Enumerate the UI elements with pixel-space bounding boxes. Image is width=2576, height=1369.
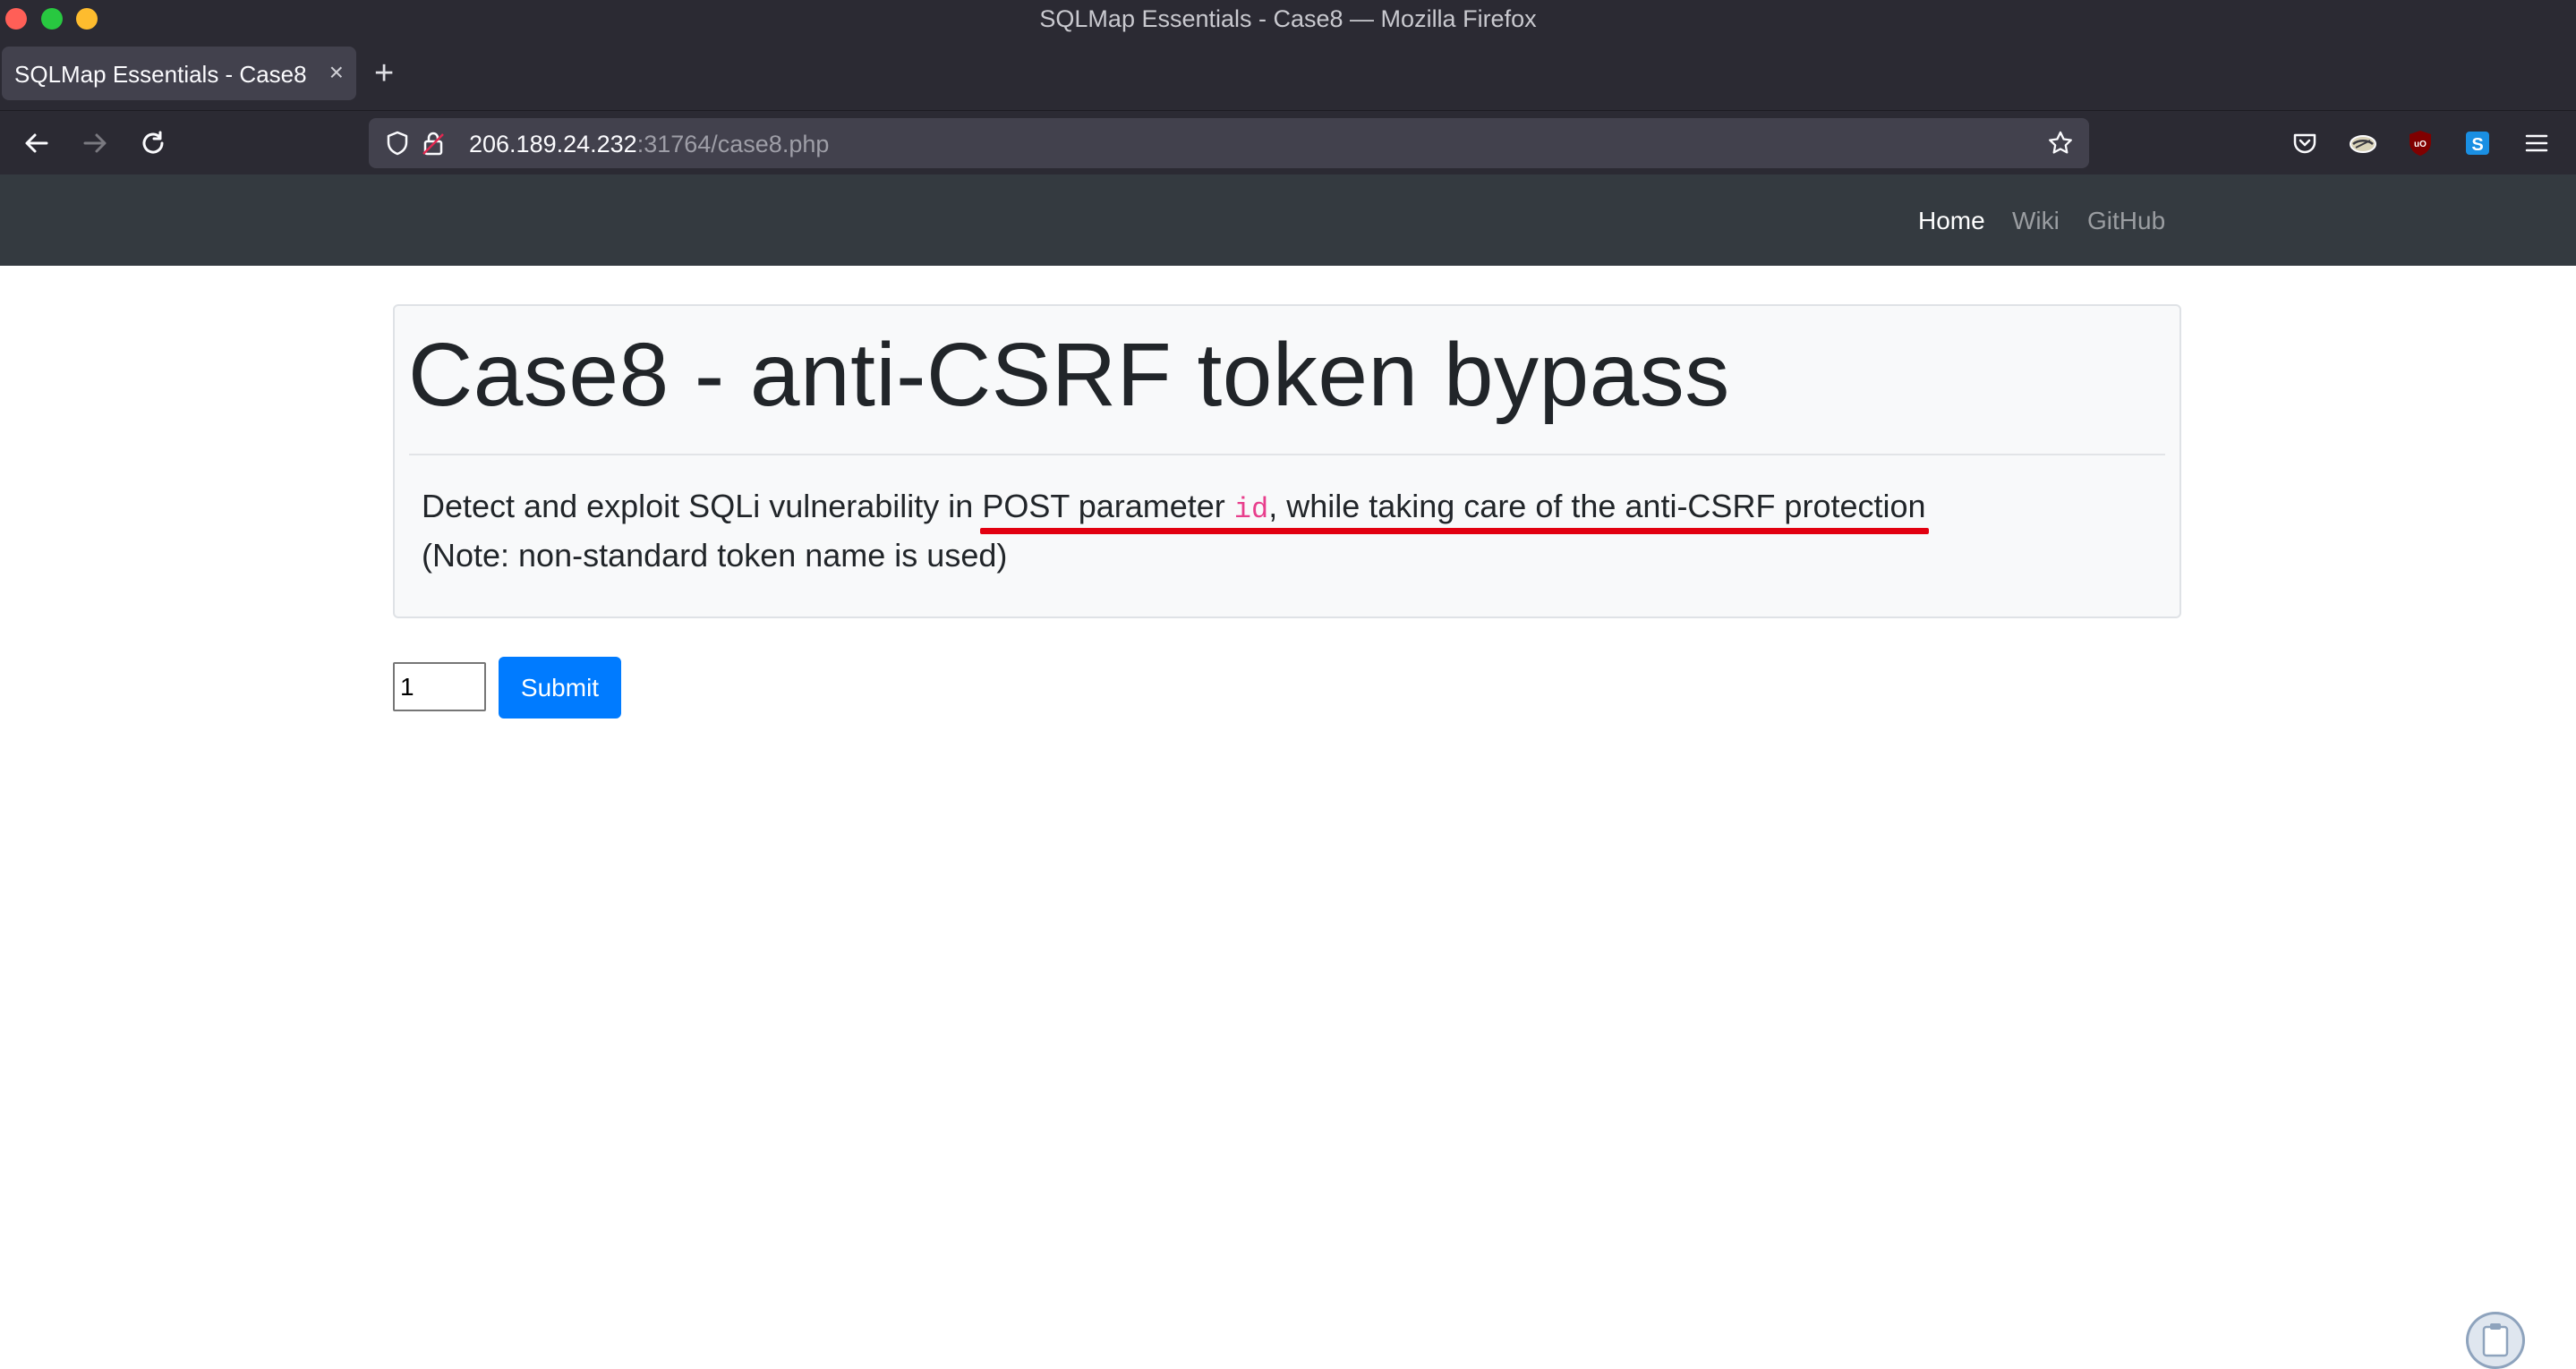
clipboard-icon[interactable] xyxy=(2466,1312,2525,1369)
reload-icon[interactable] xyxy=(135,125,171,161)
browser-toolbar: 206.189.24.232:31764/case8.php uO S xyxy=(0,110,2576,174)
bookmark-star-icon[interactable] xyxy=(2043,125,2078,161)
id-input[interactable] xyxy=(393,662,486,711)
url-host: 206.189.24.232 xyxy=(469,131,637,157)
description-prefix: Detect and exploit SQLi vulnerability in xyxy=(422,488,983,524)
svg-text:uO: uO xyxy=(2414,140,2427,149)
url-path: :31764/case8.php xyxy=(636,131,830,157)
highlighted-text: POST parameter id, while taking care of … xyxy=(980,488,1929,534)
param-code: id xyxy=(1233,493,1269,526)
forward-icon[interactable] xyxy=(77,125,113,161)
shield-icon[interactable] xyxy=(380,125,415,161)
browser-tab[interactable]: SQLMap Essentials - Case8 × xyxy=(2,47,356,100)
url-bar[interactable]: 206.189.24.232:31764/case8.php xyxy=(369,118,2089,168)
tab-close-icon[interactable]: × xyxy=(329,59,344,86)
highlight-part-b: , while taking care of the anti-CSRF pro… xyxy=(1268,488,1926,524)
tab-title: SQLMap Essentials - Case8 xyxy=(14,61,307,88)
jumbotron: Case8 - anti-CSRF token bypass Detect an… xyxy=(393,304,2181,618)
nav-link-wiki[interactable]: Wiki xyxy=(2012,207,2060,235)
window-title: SQLMap Essentials - Case8 — Mozilla Fire… xyxy=(1039,5,1537,32)
description-text: Detect and exploit SQLi vulnerability in… xyxy=(422,488,1929,534)
new-tab-button[interactable]: + xyxy=(374,55,394,91)
page-title: Case8 - anti-CSRF token bypass xyxy=(408,325,1730,425)
s-extension-icon[interactable]: S xyxy=(2460,125,2495,161)
extension-icon[interactable] xyxy=(2345,125,2381,161)
nav-link-home[interactable]: Home xyxy=(1918,207,1985,235)
note-text: (Note: non-standard token name is used) xyxy=(422,537,1008,574)
highlight-part-a: POST parameter xyxy=(982,488,1234,524)
nav-link-github[interactable]: GitHub xyxy=(2087,207,2165,235)
submit-button[interactable]: Submit xyxy=(499,657,621,719)
menu-icon[interactable] xyxy=(2519,125,2555,161)
url-text[interactable]: 206.189.24.232:31764/case8.php xyxy=(469,131,829,158)
pocket-icon[interactable] xyxy=(2287,125,2323,161)
lock-icon[interactable] xyxy=(415,125,451,161)
divider xyxy=(409,454,2165,455)
ublock-icon[interactable]: uO xyxy=(2402,125,2438,161)
site-navbar: Home Wiki GitHub xyxy=(0,174,2576,266)
tab-strip: SQLMap Essentials - Case8 × + xyxy=(0,38,2576,110)
svg-text:S: S xyxy=(2471,135,2483,155)
back-icon[interactable] xyxy=(19,125,55,161)
window-titlebar: SQLMap Essentials - Case8 — Mozilla Fire… xyxy=(0,0,2576,38)
